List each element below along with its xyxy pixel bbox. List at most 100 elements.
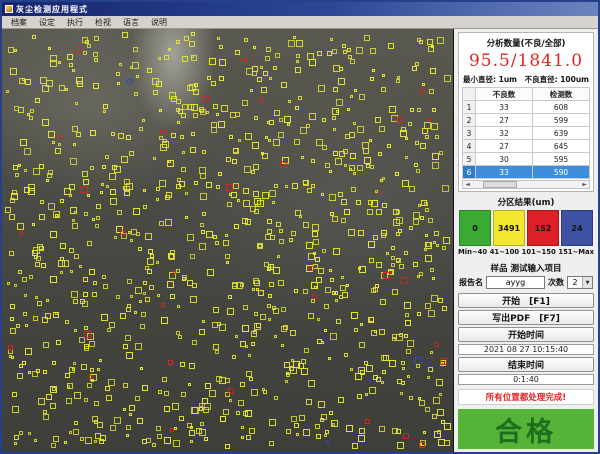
detection-box	[351, 187, 356, 192]
detection-box	[8, 345, 13, 350]
detection-box	[83, 179, 89, 185]
detection-box	[330, 38, 333, 41]
detection-box	[432, 162, 439, 169]
start-button[interactable]: 开始 [F1]	[458, 293, 594, 308]
detection-box	[62, 260, 69, 267]
scroll-left-icon[interactable]: ◄	[463, 181, 472, 188]
detection-box	[128, 231, 131, 234]
detection-box	[404, 251, 408, 255]
pass-result-box: 合格	[458, 409, 594, 449]
detection-box	[273, 139, 280, 146]
scrollbar-track[interactable]	[472, 181, 580, 188]
detection-box	[405, 320, 411, 326]
end-time-button[interactable]: 结束时间	[458, 357, 594, 372]
detection-box	[53, 436, 59, 442]
detection-box	[388, 43, 394, 49]
export-pdf-button[interactable]: 写出PDF [F7]	[458, 310, 594, 325]
detection-box	[25, 79, 31, 85]
detection-box	[399, 264, 404, 269]
detection-box	[213, 344, 219, 350]
detection-box	[226, 261, 229, 264]
detection-box	[420, 143, 426, 149]
detection-box	[295, 210, 301, 216]
detection-box	[168, 160, 171, 163]
analysis-card: 分析数量(不良/全部) 95.5/1841.0 最小直径: 1um 不良直径: …	[458, 32, 594, 192]
detection-box	[177, 121, 180, 124]
detection-box	[73, 143, 76, 146]
table-row[interactable]: 4 27 645	[463, 140, 590, 153]
detection-box	[127, 79, 132, 84]
detection-box	[179, 416, 184, 421]
detection-box	[74, 392, 81, 399]
detection-box	[226, 157, 231, 162]
detection-box	[218, 121, 225, 128]
detection-box	[369, 387, 376, 394]
menu-settings[interactable]: 设定	[34, 16, 60, 29]
detection-box	[234, 224, 239, 229]
detection-box	[118, 133, 124, 139]
menu-run[interactable]: 执行	[62, 16, 88, 29]
detection-box	[182, 277, 186, 281]
detection-box	[123, 344, 128, 349]
detection-box	[15, 173, 19, 177]
bin-red[interactable]: 152	[527, 210, 559, 246]
menu-view[interactable]: 检视	[90, 16, 116, 29]
table-row[interactable]: 1 33 608	[463, 101, 590, 114]
detection-box	[307, 188, 312, 193]
detection-box	[137, 418, 143, 424]
detection-box	[42, 119, 49, 126]
start-time-button[interactable]: 开始时间	[458, 327, 594, 342]
detection-box	[444, 440, 450, 446]
detection-box	[192, 340, 197, 345]
detection-box	[126, 135, 131, 140]
detection-box	[87, 241, 92, 246]
table-row[interactable]: 2 27 599	[463, 114, 590, 127]
detection-box	[72, 219, 75, 222]
detection-box	[16, 324, 20, 328]
report-name-input[interactable]	[486, 276, 545, 289]
detection-box	[332, 49, 337, 54]
detection-box	[28, 432, 31, 435]
detection-box	[370, 77, 374, 81]
detection-box	[315, 257, 320, 262]
detection-box	[101, 183, 104, 186]
detection-box	[267, 229, 272, 234]
menu-help[interactable]: 说明	[146, 16, 172, 29]
detection-box	[10, 328, 16, 334]
table-row-selected[interactable]: 6 33 590	[463, 166, 590, 179]
detection-box	[206, 182, 212, 188]
menu-file[interactable]: 档案	[6, 16, 32, 29]
detection-box	[242, 325, 249, 332]
detection-box	[267, 304, 271, 308]
detection-box	[191, 32, 195, 36]
detection-box	[371, 330, 377, 336]
detection-box	[379, 191, 382, 194]
bin-green[interactable]: 0	[459, 210, 491, 246]
scroll-right-icon[interactable]: ►	[580, 181, 589, 188]
detection-box	[245, 219, 251, 225]
sample-title: 样品 测试输入项目	[458, 260, 594, 275]
detection-box	[236, 282, 243, 289]
detection-box	[55, 148, 61, 154]
detection-box	[99, 359, 102, 362]
detection-box	[22, 78, 25, 81]
table-row[interactable]: 3 32 639	[463, 127, 590, 140]
detection-box	[413, 262, 418, 267]
bin-blue[interactable]: 24	[561, 210, 593, 246]
detection-box	[132, 62, 139, 69]
detection-box	[216, 113, 219, 116]
scrollbar-thumb[interactable]	[483, 181, 517, 188]
detection-box	[10, 317, 14, 321]
table-hscrollbar[interactable]: ◄ ►	[462, 180, 590, 189]
detection-box	[32, 35, 36, 39]
count-dropdown[interactable]: 2 ▼	[567, 276, 593, 289]
detection-box	[134, 311, 137, 314]
detection-box	[67, 385, 70, 388]
table-row[interactable]: 5 30 595	[463, 153, 590, 166]
camera-image-viewport	[2, 29, 454, 452]
menu-language[interactable]: 语言	[118, 16, 144, 29]
detection-box	[291, 416, 297, 422]
detection-box	[335, 299, 338, 302]
bin-yellow[interactable]: 3491	[493, 210, 525, 246]
detection-box	[438, 439, 445, 446]
